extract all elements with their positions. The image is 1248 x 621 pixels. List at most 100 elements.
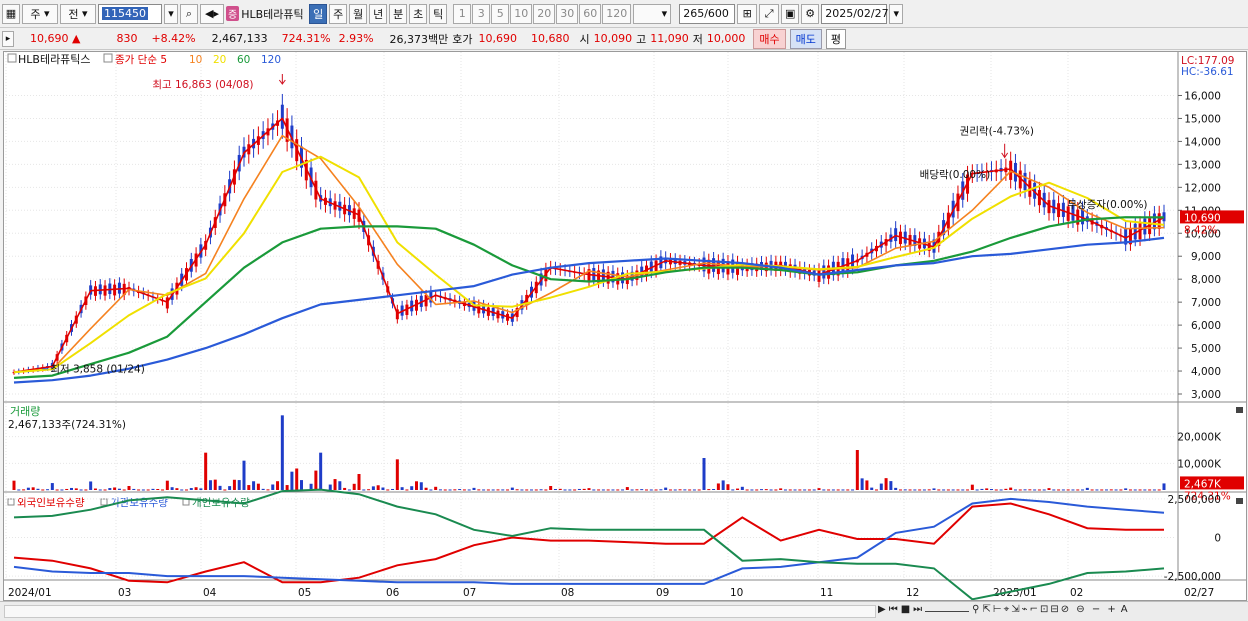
volume-bar <box>568 489 572 491</box>
volume-bar <box>1157 489 1161 491</box>
draw-tool-icon[interactable]: ⤢ <box>759 3 780 24</box>
save-icon[interactable]: ▣ <box>781 3 800 24</box>
x-axis-label-12: 02 <box>1070 587 1083 599</box>
period-tab-6[interactable]: 틱 <box>429 3 448 24</box>
volume-bar <box>146 489 150 491</box>
interval-dropdown[interactable]: ▾ <box>633 3 672 24</box>
volume-bar <box>175 488 179 490</box>
interval-tab-10[interactable]: 10 <box>510 3 533 24</box>
change-percent: +8.42% <box>151 32 196 45</box>
volume-bar <box>592 489 596 491</box>
volume-bar <box>702 458 706 490</box>
volume-bar <box>582 488 586 490</box>
volume-bar <box>1047 488 1051 490</box>
volume-bar <box>132 488 136 490</box>
volume-bar <box>846 489 850 491</box>
volume-bar <box>1009 487 1013 490</box>
search-icon[interactable]: ⌕ <box>180 3 198 24</box>
interval-tab-60[interactable]: 60 <box>579 3 602 24</box>
volume-bar <box>141 489 145 491</box>
price-tick-label-12: 4,000 <box>1191 366 1221 378</box>
period-tab-1[interactable]: 주 <box>329 3 348 24</box>
scroll-right-icon[interactable]: ▶ <box>878 604 886 615</box>
interval-tab-120[interactable]: 120 <box>602 3 632 24</box>
first-icon[interactable]: ⏮ <box>889 604 898 615</box>
x-axis-label-9: 11 <box>820 587 833 599</box>
volume-bar <box>204 452 208 490</box>
volume-bar <box>654 489 658 491</box>
period-tab-4[interactable]: 분 <box>389 3 408 24</box>
speaker-icon[interactable]: ◀▸ <box>200 3 224 24</box>
code-dropdown-button[interactable]: ▾ <box>164 3 178 24</box>
gear-icon[interactable]: ⚙ <box>801 3 820 24</box>
volume-bar <box>26 487 30 490</box>
volume-bar <box>415 481 418 490</box>
toolbar: ▦ 주 ▾ 전 ▾ 115450 ▾ ⌕ ◀▸ 증 HLB테라퓨틱 일주월년분초… <box>0 0 1248 28</box>
chart-area[interactable]: 16,00015,00014,00013,00012,00011,00010,0… <box>3 51 1247 601</box>
zoom-icon[interactable]: ⚲ <box>972 604 979 615</box>
volume-bar <box>601 489 605 491</box>
volume-bar <box>60 489 64 491</box>
stock-code: 115450 <box>102 7 148 20</box>
volume-bar <box>108 488 112 490</box>
period-tab-2[interactable]: 월 <box>349 3 368 24</box>
volume-bar <box>1124 488 1128 490</box>
interval-tab-30[interactable]: 30 <box>556 3 579 24</box>
volume-bar <box>261 488 265 490</box>
interval-tab-1[interactable]: 1 <box>453 3 472 24</box>
period-dropdown[interactable]: 주 ▾ <box>22 3 58 24</box>
date-dropdown[interactable]: ▾ <box>889 3 904 24</box>
volume-bar <box>391 488 395 490</box>
scroll-bar[interactable]: ▶ ⏮ ■ ⏭ ⚲ ⇱⊢⌖⇲⌁⌐⊡⊟⊘ ⊖ − + A <box>0 601 1248 621</box>
volume-bar <box>855 450 859 490</box>
volume-bar <box>1152 489 1156 491</box>
interval-tab-20[interactable]: 20 <box>533 3 556 24</box>
chart-canvas[interactable]: 16,00015,00014,00013,00012,00011,00010,0… <box>4 52 1246 601</box>
volume-bar <box>1057 489 1061 491</box>
candle-body <box>712 258 716 272</box>
volume-bar <box>343 487 347 490</box>
count-input[interactable]: 265/600 <box>679 3 736 24</box>
date-input[interactable]: 2025/02/27 <box>821 3 889 24</box>
last-icon[interactable]: ⏭ <box>913 604 922 615</box>
x-axis-label-3: 05 <box>298 587 311 599</box>
volume-bar <box>985 488 989 490</box>
volume-bar <box>822 489 826 491</box>
candle-type-icon[interactable]: ⊞ <box>737 3 758 24</box>
font-size-icon[interactable]: A <box>1121 604 1128 615</box>
volume-bar <box>1066 489 1070 491</box>
volume-bar <box>549 486 553 490</box>
quote-bar: ▸ 10,690 ▲ 830 +8.42% 2,467,133 724.31% … <box>0 28 1248 50</box>
volume-bar <box>1148 489 1152 491</box>
buy-button[interactable]: 매수 <box>753 28 786 49</box>
period-tab-5[interactable]: 초 <box>409 3 428 24</box>
interval-tab-5[interactable]: 5 <box>491 3 510 24</box>
period-tab-0[interactable]: 일 <box>309 3 328 24</box>
volume-bar <box>137 489 141 491</box>
scroll-track[interactable] <box>4 605 876 618</box>
interval-tab-3[interactable]: 3 <box>472 3 491 24</box>
volume-bar <box>597 489 601 491</box>
volume-bar <box>1033 489 1037 491</box>
volume-bar <box>668 489 672 491</box>
volume-bar <box>649 489 653 491</box>
stop-icon[interactable]: ■ <box>901 604 910 615</box>
volume-bar <box>290 471 294 490</box>
volume-bar <box>89 481 93 490</box>
range-slider[interactable] <box>925 604 970 612</box>
volume-bar <box>352 483 356 490</box>
stock-code-input[interactable]: 115450 <box>98 3 162 24</box>
volume-bar <box>999 489 1003 491</box>
legend-box-icon <box>7 53 17 63</box>
quote-collapse-icon[interactable]: ▸ <box>2 30 14 47</box>
candle-body <box>894 228 898 242</box>
sell-button[interactable]: 매도 <box>789 28 822 49</box>
layout-icon[interactable]: ▦ <box>2 3 20 24</box>
tool-icons[interactable]: ⇱⊢⌖⇲⌁⌐⊡⊟⊘ ⊖ − + <box>982 604 1117 615</box>
period-tab-3[interactable]: 년 <box>369 3 388 24</box>
volume-bar <box>41 489 45 491</box>
average-button[interactable]: 평 <box>825 28 847 49</box>
volume-bar <box>1023 489 1027 491</box>
prev-dropdown[interactable]: 전 ▾ <box>60 3 96 24</box>
volume-bar <box>860 478 864 490</box>
